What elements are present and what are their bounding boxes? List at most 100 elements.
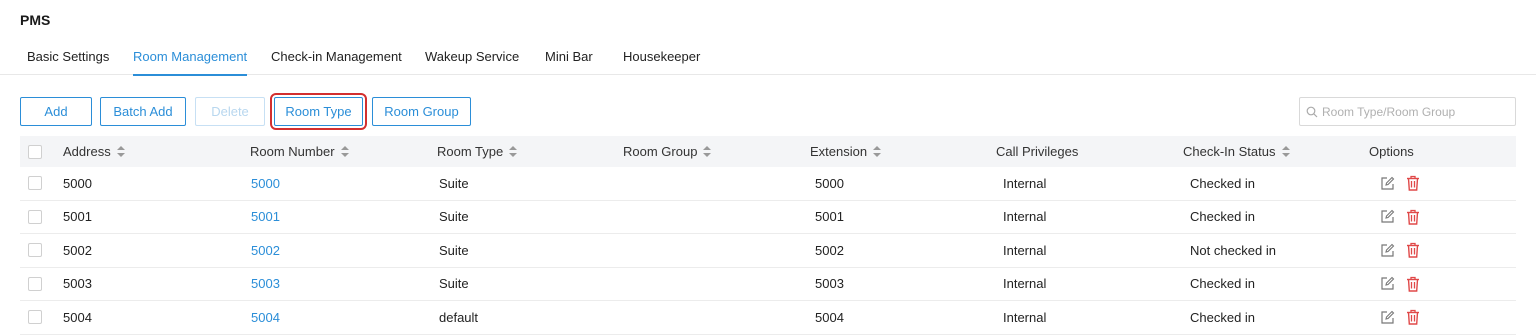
tab-housekeeper[interactable]: Housekeeper: [623, 44, 700, 75]
search-icon: [1306, 106, 1318, 117]
sort-icon: [703, 146, 712, 157]
row-checkbox[interactable]: [28, 310, 42, 325]
row-select-cell: [28, 167, 42, 200]
call-privileges-cell: Internal: [1003, 309, 1047, 325]
search-input[interactable]: [1322, 104, 1502, 119]
room-type-cell: Suite: [439, 242, 469, 258]
sort-icon: [340, 146, 349, 157]
address-cell: 5001: [63, 209, 92, 225]
trash-icon[interactable]: [1405, 175, 1421, 191]
check-in-status-cell: Checked in: [1190, 309, 1256, 325]
batch-add-button[interactable]: Batch Add: [100, 97, 186, 126]
room-type-cell: Suite: [439, 175, 469, 191]
call-privileges-cell: Internal: [1003, 175, 1047, 191]
table-row: 5003 5003 Suite 5003 Internal Checked in: [20, 268, 1516, 301]
sort-icon: [509, 146, 518, 157]
header-check-in-status-label: Check-In Status: [1183, 144, 1276, 159]
header-room-group-label: Room Group: [623, 144, 698, 159]
options-cell: [1379, 167, 1431, 200]
room-number-link[interactable]: 5000: [251, 167, 280, 200]
check-in-status-cell: Not checked in: [1190, 242, 1276, 258]
row-select-cell: [28, 234, 42, 267]
trash-icon[interactable]: [1405, 309, 1421, 325]
trash-icon[interactable]: [1405, 242, 1421, 258]
check-in-status-cell: Checked in: [1190, 175, 1256, 191]
room-number-link[interactable]: 5002: [251, 234, 280, 267]
header-extension[interactable]: Extension: [810, 136, 882, 167]
edit-icon[interactable]: [1379, 209, 1395, 225]
header-room-number-label: Room Number: [250, 144, 335, 159]
address-cell: 5003: [63, 276, 92, 292]
header-room-number[interactable]: Room Number: [250, 136, 349, 167]
extension-cell: 5002: [815, 242, 844, 258]
edit-icon[interactable]: [1379, 175, 1395, 191]
header-room-group[interactable]: Room Group: [623, 136, 712, 167]
options-cell: [1379, 201, 1431, 234]
row-checkbox[interactable]: [28, 209, 42, 224]
row-select-cell: [28, 268, 42, 301]
sort-icon: [116, 146, 125, 157]
check-in-status-cell: Checked in: [1190, 209, 1256, 225]
edit-icon[interactable]: [1379, 276, 1395, 292]
extension-cell: 5003: [815, 276, 844, 292]
row-select-cell: [28, 201, 42, 234]
address-cell: 5002: [63, 242, 92, 258]
search-box: [1299, 97, 1516, 126]
delete-button[interactable]: Delete: [195, 97, 265, 126]
trash-icon[interactable]: [1405, 209, 1421, 225]
extension-cell: 5004: [815, 309, 844, 325]
tab-basic-settings[interactable]: Basic Settings: [27, 44, 109, 75]
header-address[interactable]: Address: [63, 136, 125, 167]
select-all-checkbox[interactable]: [28, 144, 42, 159]
table-row: 5004 5004 default 5004 Internal Checked …: [20, 301, 1516, 335]
tab-mini-bar[interactable]: Mini Bar: [545, 44, 593, 75]
tab-room-management[interactable]: Room Management: [133, 44, 248, 76]
row-checkbox[interactable]: [28, 243, 42, 258]
edit-icon[interactable]: [1379, 309, 1395, 325]
room-type-cell: default: [439, 309, 479, 325]
check-in-status-cell: Checked in: [1190, 276, 1256, 292]
call-privileges-cell: Internal: [1003, 209, 1047, 225]
room-number-link[interactable]: 5001: [251, 201, 280, 234]
trash-icon[interactable]: [1405, 276, 1421, 292]
edit-icon[interactable]: [1379, 242, 1395, 258]
call-privileges-cell: Internal: [1003, 242, 1047, 258]
row-select-cell: [28, 301, 42, 334]
address-cell: 5004: [63, 309, 92, 325]
table-row: 5002 5002 Suite 5002 Internal Not checke…: [20, 234, 1516, 268]
header-address-label: Address: [63, 144, 111, 159]
extension-cell: 5001: [815, 209, 844, 225]
address-cell: 5000: [63, 175, 92, 191]
tab-wakeup-service[interactable]: Wakeup Service: [425, 44, 519, 75]
tab-bar: Basic Settings Room Management Check-in …: [0, 44, 1536, 76]
row-checkbox[interactable]: [28, 276, 42, 291]
header-extension-label: Extension: [810, 144, 868, 159]
options-cell: [1379, 234, 1431, 267]
header-options: Options: [1369, 144, 1414, 159]
room-number-link[interactable]: 5003: [251, 268, 280, 301]
tab-check-in-management[interactable]: Check-in Management: [271, 44, 402, 75]
room-type-button[interactable]: Room Type: [270, 93, 367, 130]
table-header: Address Room Number Room Type Room Group…: [20, 136, 1516, 167]
room-group-button[interactable]: Room Group: [372, 97, 471, 126]
call-privileges-cell: Internal: [1003, 276, 1047, 292]
header-call-privileges: Call Privileges: [996, 144, 1079, 159]
rooms-table: Address Room Number Room Type Room Group…: [20, 136, 1516, 335]
room-type-cell: Suite: [439, 276, 469, 292]
table-body: 5000 5000 Suite 5000 Internal Checked in: [20, 167, 1516, 335]
header-room-type-label: Room Type: [437, 144, 504, 159]
options-cell: [1379, 301, 1431, 334]
table-row: 5001 5001 Suite 5001 Internal Checked in: [20, 201, 1516, 234]
table-row: 5000 5000 Suite 5000 Internal Checked in: [20, 167, 1516, 201]
sort-icon: [1281, 146, 1290, 157]
add-button[interactable]: Add: [20, 97, 92, 126]
room-type-cell: Suite: [439, 209, 469, 225]
select-all-cell: [28, 136, 42, 167]
header-room-type[interactable]: Room Type: [437, 136, 518, 167]
sort-icon: [873, 146, 882, 157]
row-checkbox[interactable]: [28, 176, 42, 191]
header-check-in-status[interactable]: Check-In Status: [1183, 136, 1290, 167]
options-cell: [1379, 268, 1431, 301]
room-number-link[interactable]: 5004: [251, 301, 280, 334]
page-title: PMS: [20, 12, 51, 28]
